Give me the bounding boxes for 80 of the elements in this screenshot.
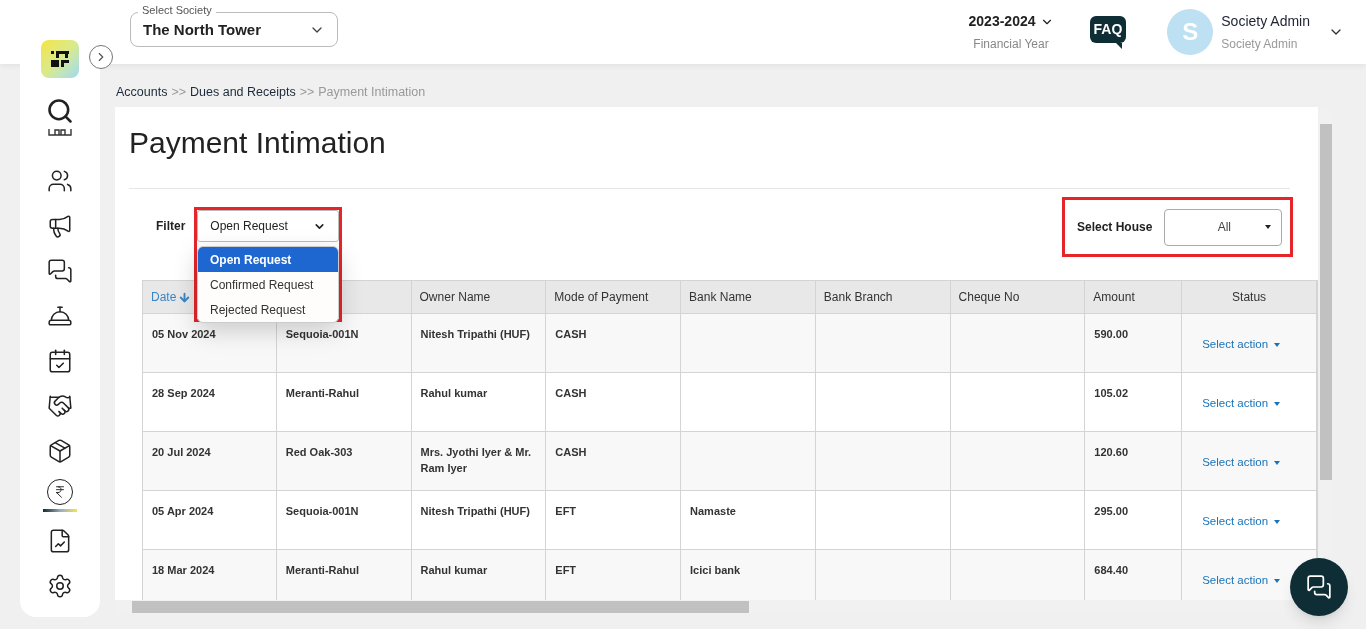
table-cell-text: Icici bank xyxy=(690,563,742,578)
caret-icon xyxy=(1274,401,1281,406)
table-cell-text: 20 Jul 2024 xyxy=(152,445,212,460)
select-action-dropdown[interactable]: Select action xyxy=(1202,395,1281,413)
table-cell-text: Meranti-Rahul xyxy=(285,563,361,578)
year-value: 2023-2024 xyxy=(968,12,1036,31)
table-cell-text: CASH xyxy=(555,327,588,342)
column-header: Amount xyxy=(1093,289,1135,306)
box-icon[interactable] xyxy=(47,437,73,464)
table-cell-text: EFT xyxy=(555,504,578,519)
house-select[interactable]: All xyxy=(1164,208,1283,246)
speech-tail-icon xyxy=(1116,42,1123,49)
page-title: Payment Intimation xyxy=(129,125,387,161)
logo-icon[interactable] xyxy=(41,40,79,78)
calendar-icon[interactable] xyxy=(47,347,73,374)
table-cell-text: 18 Mar 2024 xyxy=(152,563,216,578)
society-value: The North Tower xyxy=(143,20,262,41)
dropdown-option[interactable]: Confirmed Request xyxy=(198,272,338,297)
table-cell-text: 105.02 xyxy=(1094,386,1129,401)
table-cell-text: Meranti-Rahul xyxy=(285,386,361,401)
select-action-dropdown[interactable]: Select action xyxy=(1202,454,1281,472)
financial-year-select[interactable]: 2023-2024 Financial Year xyxy=(968,11,1054,53)
table-cell-text: Rahul kumar xyxy=(420,386,489,401)
table-cell-text: CASH xyxy=(555,386,588,401)
column-header: Status xyxy=(1232,289,1267,306)
user-role: Society Admin xyxy=(1221,36,1299,53)
caret-icon xyxy=(1274,519,1281,524)
table-cell-text: Sequoia-001N xyxy=(285,327,360,342)
dropdown-option[interactable]: Rejected Request xyxy=(198,297,338,322)
select-action-dropdown[interactable]: Select action xyxy=(1202,513,1281,531)
breadcrumb-link[interactable]: Dues and Receipts xyxy=(190,83,296,102)
sort-arrow-icon xyxy=(178,290,192,304)
breadcrumb-current: Payment Intimation xyxy=(318,84,426,102)
select-action-dropdown[interactable]: Select action xyxy=(1202,572,1281,590)
breadcrumb-separator: >> xyxy=(171,84,187,102)
caret-icon xyxy=(1274,460,1281,465)
table-cell-text: 590.00 xyxy=(1094,327,1129,342)
column-header: Owner Name xyxy=(419,289,491,306)
caret-icon xyxy=(1274,342,1281,347)
table-cell-text: Mrs. Jyothi Iyer & Mr. Ram Iyer xyxy=(420,445,533,476)
dropdown-option[interactable]: Open Request xyxy=(198,247,338,272)
table-cell-text: Nitesh Tripathi (HUF) xyxy=(420,504,531,519)
column-header: Bank Name xyxy=(689,289,752,306)
year-label: Financial Year xyxy=(973,36,1049,53)
table-cell-text: Sequoia-001N xyxy=(285,504,360,519)
table-cell-text: 295.00 xyxy=(1094,504,1129,519)
select-action-dropdown[interactable]: Select action xyxy=(1202,336,1281,354)
table-cell-text: Namaste xyxy=(690,504,737,519)
column-header: Cheque No xyxy=(958,289,1020,306)
active-indicator xyxy=(43,509,77,512)
faq-button[interactable]: FAQ xyxy=(1089,15,1127,43)
field-label: Select Society xyxy=(138,5,216,16)
megaphone-icon[interactable] xyxy=(47,212,73,239)
chat-icon xyxy=(1306,574,1332,600)
breadcrumb-separator: >> xyxy=(299,84,315,102)
column-header: Bank Branch xyxy=(823,289,893,306)
table-cell-text: CASH xyxy=(555,445,588,460)
building-icon[interactable] xyxy=(47,128,73,136)
filter-label: Filter xyxy=(156,218,186,235)
table-cell-text: Rahul kumar xyxy=(420,563,489,578)
chat-icon[interactable] xyxy=(47,257,73,284)
caret-icon xyxy=(1265,225,1272,229)
table-cell-text: 120.60 xyxy=(1094,445,1129,460)
breadcrumb-link[interactable]: Accounts xyxy=(116,83,168,102)
caret-icon xyxy=(1274,578,1281,583)
settings-icon[interactable] xyxy=(47,572,73,599)
search-icon[interactable] xyxy=(46,97,74,125)
filter-select[interactable]: Open Request xyxy=(197,210,340,242)
table-cell-text: 05 Nov 2024 xyxy=(152,327,217,342)
table-cell-text: EFT xyxy=(555,563,578,578)
table-cell-text: Nitesh Tripathi (HUF) xyxy=(420,327,531,342)
select-house-label: Select House xyxy=(1077,219,1153,236)
table-cell-text: 684.40 xyxy=(1094,563,1129,578)
table-cell-text: Red Oak-303 xyxy=(285,445,354,460)
table-cell-text: 28 Sep 2024 xyxy=(152,386,216,401)
handshake-icon[interactable] xyxy=(47,392,73,419)
table-cell-text: 05 Apr 2024 xyxy=(152,504,215,519)
chat-button[interactable] xyxy=(1290,558,1348,616)
user-name: Society Admin xyxy=(1221,12,1310,31)
column-header: Mode of Payment xyxy=(554,289,649,306)
